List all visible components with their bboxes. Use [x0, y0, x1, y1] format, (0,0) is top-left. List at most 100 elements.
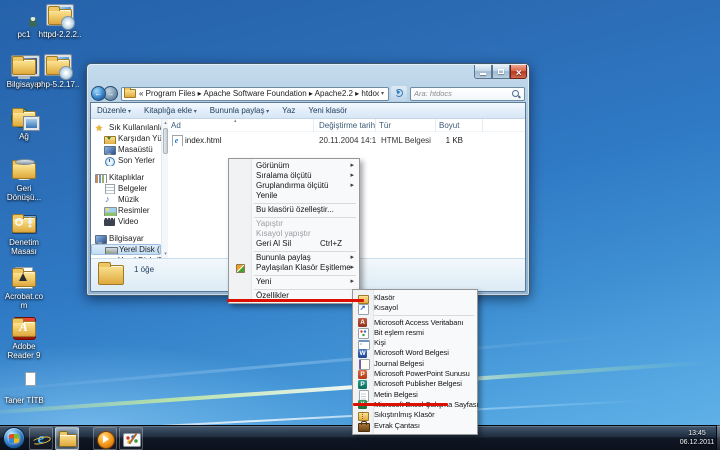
submenu-item-k-sayol[interactable]: Kısayol	[354, 303, 476, 313]
search-icon[interactable]	[511, 89, 521, 99]
search-input[interactable]	[414, 89, 511, 98]
submenu-item-evrak-antas[interactable]: Evrak Çantası	[354, 421, 476, 431]
column-header-boyut[interactable]: Boyut	[436, 119, 483, 132]
tray-icon[interactable]	[662, 433, 674, 445]
taskbar-button[interactable]	[55, 427, 79, 450]
context-menu-item-payla-lan-klas-r-e-itleme[interactable]: Paylaşılan Klasör Eşitleme	[230, 263, 358, 273]
context-menu-item-bu-klas-r-zelle-tir[interactable]: Bu klasörü özelleştir...	[230, 205, 358, 215]
context-menu-item	[254, 251, 356, 252]
taskbar-clock[interactable]: 13:45 06.12.2011	[678, 430, 716, 447]
context-menu-item-bununla-payla[interactable]: Bununla paylaş	[230, 253, 358, 263]
nav-item-resimler[interactable]: Resimler	[91, 205, 161, 216]
toolbar-icon[interactable]	[472, 106, 485, 117]
refresh-button[interactable]	[391, 86, 407, 101]
documents-page-icon	[104, 184, 115, 194]
nav-item-son-yerler[interactable]: Son Yerler	[91, 155, 161, 166]
toolbar-button-yeni-klas-r[interactable]: Yeni klasör	[308, 106, 347, 115]
toolbar-button-bununla-payla[interactable]: Bununla paylaş	[210, 106, 269, 115]
toolbar-button-yaz[interactable]: Yaz	[282, 106, 295, 115]
desktop-icon-geri-d-n[interactable]: Geri Dönüşü...	[2, 158, 46, 202]
word-icon	[358, 349, 368, 358]
desktop-icon-httpd-2-2-2[interactable]: httpd-2.2.2..	[38, 4, 82, 39]
nav-item-kar-dan-y-klem[interactable]: Karşıdan Yüklem	[91, 133, 161, 144]
taskbar-button[interactable]	[119, 427, 143, 450]
nav-item-masa-st[interactable]: Masaüstü	[91, 144, 161, 155]
context-menu-item-grupland-rma-l-t[interactable]: Gruplandırma ölçütü	[230, 181, 358, 191]
submenu-item-metin-belgesi[interactable]: Metin Belgesi	[354, 390, 476, 400]
submenu-item-microsoft-powerpoint-sunusu[interactable]: Microsoft PowerPoint Sunusu	[354, 369, 476, 379]
taskbar-button[interactable]	[93, 427, 117, 450]
maximize-button[interactable]	[492, 65, 510, 79]
context-menu-item-s-ralama-l-t[interactable]: Sıralama ölçütü	[230, 171, 358, 181]
tray-icon[interactable]	[647, 433, 659, 445]
context-menu-item	[254, 203, 356, 204]
scrollbar-thumb[interactable]	[163, 128, 168, 154]
item-count: 1 öğe	[134, 265, 154, 274]
html-page-icon	[171, 135, 182, 146]
nav-item-s-k-kullan-lanlar[interactable]: Sık Kullanılanlar	[91, 122, 161, 133]
tray-icon[interactable]	[602, 433, 614, 445]
nav-scrollbar[interactable]	[161, 119, 168, 258]
nav-item-bilgisayar[interactable]: Bilgisayar	[91, 233, 161, 244]
desktop: pc1 httpd-2.2.2.. Bilgisayar php-5.2.17.…	[0, 0, 720, 450]
file-row[interactable]: index.html 20.11.2004 14:16 HTML Belgesi…	[168, 134, 525, 147]
breadcrumb[interactable]: « Program Files ▸ Apache Software Founda…	[139, 89, 379, 98]
toolbar-icon[interactable]	[490, 106, 503, 117]
search-box[interactable]	[410, 87, 525, 101]
zip-folder-icon	[358, 411, 368, 420]
context-menu-item-yenile[interactable]: Yenile	[230, 191, 358, 201]
context-menu-item-yeni[interactable]: Yeni	[230, 277, 358, 287]
submenu-item-microsoft-access-veritaban[interactable]: Microsoft Access Veritabanı	[354, 318, 476, 328]
submenu-item-ki-i[interactable]: Kişi	[354, 338, 476, 348]
start-button[interactable]	[3, 427, 25, 449]
caption-buttons	[474, 65, 527, 79]
clock-date: 06.12.2011	[678, 439, 716, 448]
close-icon	[516, 63, 522, 81]
tray-icon[interactable]	[617, 433, 629, 445]
column-header-ad[interactable]: Ad	[168, 119, 314, 132]
clock-time: 13:45	[678, 430, 716, 439]
chevron-down-icon[interactable]	[379, 90, 386, 97]
nav-item-belgeler[interactable]: Belgeler	[91, 183, 161, 194]
toolbar-button-d-zenle[interactable]: Düzenle	[97, 106, 131, 115]
column-header-t-r[interactable]: Tür	[376, 119, 436, 132]
control-panel-icon	[9, 212, 39, 236]
nav-item-video[interactable]: Video	[91, 216, 161, 227]
desktop-icon-denetim-masas[interactable]: Denetim Masası	[2, 212, 46, 256]
minimize-button[interactable]	[474, 65, 492, 79]
nav-item-yerel-disk-c[interactable]: Yerel Disk (C:)	[91, 244, 161, 255]
desktop-icon-acrobat-com[interactable]: Acrobat.com	[2, 266, 46, 310]
media-player-icon	[96, 431, 114, 447]
internet-explorer-icon	[32, 431, 50, 447]
context-menu-item-g-r-n-m[interactable]: Görünüm	[230, 161, 358, 171]
nav-item-kitapl-klar[interactable]: Kitaplıklar	[91, 172, 161, 183]
submenu-item-microsoft-publisher-belgesi[interactable]: Microsoft Publisher Belgesi	[354, 379, 476, 389]
toolbar-button-kitapl-a-ekle[interactable]: Kitaplığa ekle	[144, 106, 197, 115]
toolbar-icon[interactable]	[508, 106, 521, 117]
submenu-item-klas-r[interactable]: Klasör	[354, 293, 476, 303]
nav-item-m-zik[interactable]: Müzik	[91, 194, 161, 205]
nav-item-yerel-disk-d[interactable]: Yerel Disk (D:)	[91, 255, 161, 258]
submenu-item-bit-e-lem-resmi[interactable]: Bit eşlem resmi	[354, 328, 476, 338]
desktop-icon-a[interactable]: Ağ	[2, 106, 46, 141]
command-toolbar: Düzenle Kitaplığa ekle Bununla paylaş Yaz Ye…	[91, 103, 525, 119]
back-button[interactable]: ←	[91, 86, 106, 101]
network-globe-icon	[9, 106, 39, 130]
close-button[interactable]	[510, 65, 527, 79]
navigation-pane: Sık Kullanılanlar Karşıdan Yüklem Masaüs…	[91, 119, 161, 258]
desktop-icon-php-5-2-17[interactable]: php-5.2.17..	[36, 54, 80, 89]
submenu-item-journal-belgesi[interactable]: Journal Belgesi	[354, 359, 476, 369]
address-bar[interactable]: « Program Files ▸ Apache Software Founda…	[121, 87, 389, 101]
submenu-item-s-k-t-r-lm-klas-r[interactable]: Sıkıştırılmış Klasör	[354, 410, 476, 420]
submenu-item-microsoft-word-belgesi[interactable]: Microsoft Word Belgesi	[354, 348, 476, 358]
taskbar-button[interactable]	[29, 427, 53, 450]
column-header-de-i-tirme-tarihi[interactable]: Değiştirme tarihi	[314, 119, 376, 132]
desktop-icon-taner-ti-tb[interactable]: Taner TİTB	[2, 370, 46, 405]
folder-docs-icon	[9, 370, 39, 394]
hard-disk-icon	[105, 245, 116, 255]
window-titlebar[interactable]	[87, 64, 469, 84]
show-desktop-button[interactable]	[716, 425, 720, 450]
context-menu-item-geri-al-sil[interactable]: Geri Al Sil Ctrl+Z	[230, 239, 358, 249]
desktop-icon-adobe-reader-9[interactable]: Adobe Reader 9	[2, 316, 46, 360]
tray-icon[interactable]	[632, 433, 644, 445]
